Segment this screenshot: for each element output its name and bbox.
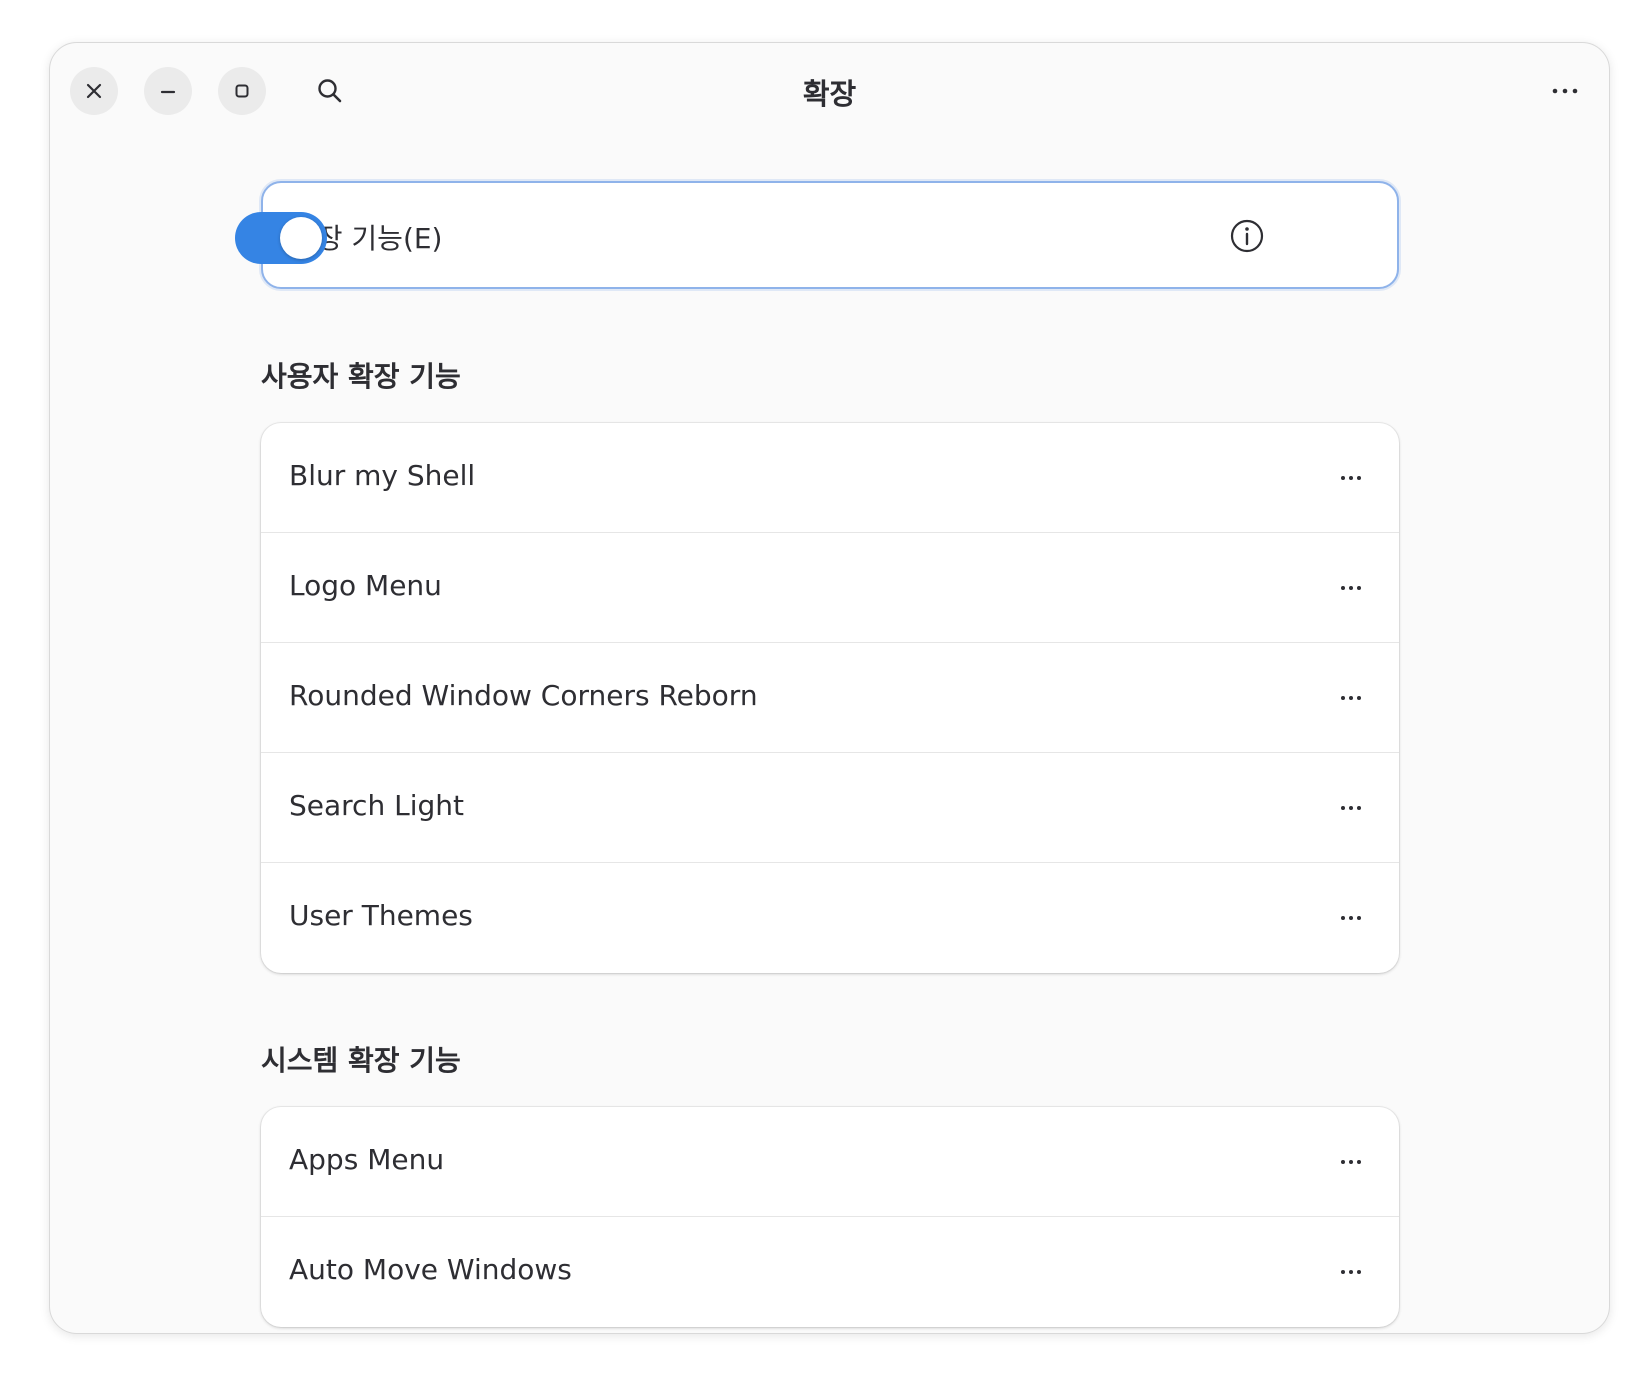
user-extensions-title: 사용자 확장 기능 (261, 360, 461, 393)
info-icon[interactable] (1229, 218, 1265, 254)
extensions-master-switch[interactable] (235, 212, 327, 264)
system-extensions-list: Apps Menu Auto Move Windows (261, 1107, 1399, 1327)
extensions-content: 확장 기능(E) 사용자 확장 기능 Blur my Shell Logo Men… (235, 181, 1399, 1327)
extension-name: Blur my Shell (289, 459, 476, 492)
more-icon (1552, 88, 1578, 94)
more-icon (1341, 1270, 1361, 1274)
extension-name: Logo Menu (289, 569, 442, 602)
extension-row-user-themes: User Themes (261, 863, 1399, 973)
extension-menu-button-apps-menu[interactable] (1331, 1142, 1371, 1182)
extension-row-rounded-window-corners-reborn: Rounded Window Corners Reborn (261, 643, 1399, 753)
window-title: 확장 (802, 77, 857, 111)
extensions-window: 확장 확장 기능(E) 사용자 확장 기능 Blur my Shell Logo … (49, 42, 1610, 1334)
extension-menu-button-user-themes[interactable] (1331, 898, 1371, 938)
extension-menu-button-auto-move-windows[interactable] (1331, 1252, 1371, 1292)
extension-name: User Themes (289, 899, 473, 932)
more-icon (1341, 476, 1361, 480)
more-icon (1341, 696, 1361, 700)
extension-row-auto-move-windows: Auto Move Windows (261, 1217, 1399, 1327)
extension-name: Auto Move Windows (289, 1253, 572, 1286)
main-menu-button[interactable] (1539, 65, 1591, 117)
extension-name: Search Light (289, 789, 464, 822)
extension-row-search-light: Search Light (261, 753, 1399, 863)
more-icon (1341, 586, 1361, 590)
header-bar: 확장 (50, 43, 1609, 135)
extensions-master-row[interactable]: 확장 기능(E) (235, 181, 1399, 289)
extension-menu-button-blur-my-shell[interactable] (1331, 458, 1371, 498)
extension-name: Rounded Window Corners Reborn (289, 679, 758, 712)
more-icon (1341, 916, 1361, 920)
extension-row-logo-menu: Logo Menu (261, 533, 1399, 643)
extension-menu-button-logo-menu[interactable] (1331, 568, 1371, 608)
extension-menu-button-rounded-window-corners-reborn[interactable] (1331, 678, 1371, 718)
user-extensions-list: Blur my Shell Logo Menu Rounded Window Cor… (261, 423, 1399, 973)
more-icon (1341, 1160, 1361, 1164)
switch-knob (280, 217, 322, 259)
more-icon (1341, 806, 1361, 810)
system-extensions-title: 시스템 확장 기능 (261, 1044, 461, 1077)
extension-row-blur-my-shell: Blur my Shell (261, 423, 1399, 533)
extension-menu-button-search-light[interactable] (1331, 788, 1371, 828)
extension-name: Apps Menu (289, 1143, 445, 1176)
extension-row-apps-menu: Apps Menu (261, 1107, 1399, 1217)
